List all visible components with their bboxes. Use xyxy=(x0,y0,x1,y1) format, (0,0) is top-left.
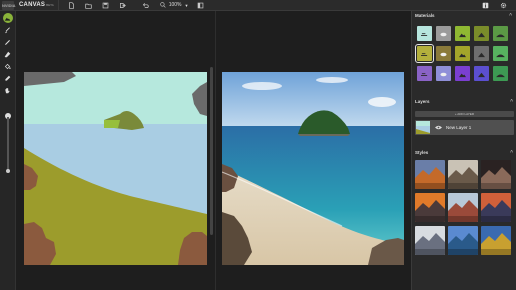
layer-thumbnail xyxy=(416,121,430,134)
layers-section: Layers ^ + ADD LAYER New Layer 1 xyxy=(412,97,516,135)
style-sea-sunset[interactable] xyxy=(481,193,511,222)
beta-badge: BETA xyxy=(46,3,54,7)
material-fog[interactable] xyxy=(474,66,489,81)
sea-icon xyxy=(458,65,467,83)
material-snow[interactable] xyxy=(493,46,508,61)
style-sunset-clouds[interactable] xyxy=(415,160,445,189)
mountain-icon xyxy=(477,25,486,43)
brand: NVIDIA CANVAS BETA xyxy=(0,0,59,11)
eraser-icon[interactable] xyxy=(3,49,13,59)
cloud-icon xyxy=(439,25,448,43)
material-water[interactable] xyxy=(417,66,432,81)
material-rock[interactable] xyxy=(455,46,470,61)
chevron-up-icon: ^ xyxy=(510,150,513,156)
water-icon xyxy=(420,65,429,83)
export-icon[interactable] xyxy=(118,1,127,10)
stone-icon xyxy=(477,45,486,63)
materials-header[interactable]: Materials ^ xyxy=(412,11,516,21)
sand-icon xyxy=(420,45,429,63)
zoom-icon xyxy=(160,2,166,8)
grass-icon xyxy=(458,25,467,43)
right-panel: Materials ^ Layers ^ + ADD LAYER New Lay… xyxy=(411,11,516,290)
materials-grid xyxy=(412,21,516,81)
landscape-tool-icon[interactable] xyxy=(2,13,13,23)
left-toolbar xyxy=(0,11,16,290)
styles-header[interactable]: Styles ^ xyxy=(412,148,516,158)
output-image xyxy=(222,72,404,265)
style-cave-arch[interactable] xyxy=(481,160,511,189)
layers-title: Layers xyxy=(415,99,430,104)
styles-grid xyxy=(412,158,516,255)
zoom-value: 100% xyxy=(168,2,182,8)
river-icon xyxy=(439,65,448,83)
settings-gear-icon[interactable] xyxy=(499,1,508,10)
material-mountain[interactable] xyxy=(474,26,489,41)
info-icon[interactable] xyxy=(481,1,490,10)
segmentation-canvas[interactable] xyxy=(24,72,207,265)
toggle-panel-icon[interactable] xyxy=(196,1,205,10)
materials-title: Materials xyxy=(415,13,435,18)
brush-size-slider[interactable] xyxy=(7,117,9,171)
style-red-rocks[interactable] xyxy=(448,193,478,222)
layers-header[interactable]: Layers ^ xyxy=(412,97,516,107)
rock-icon xyxy=(458,45,467,63)
chevron-down-icon: ▼ xyxy=(184,2,189,8)
top-toolbar: NVIDIA CANVAS BETA 100% ▼ xyxy=(0,0,516,11)
save-icon[interactable] xyxy=(101,1,110,10)
add-layer-button[interactable]: + ADD LAYER xyxy=(415,111,514,117)
style-orange-dusk[interactable] xyxy=(415,193,445,222)
material-hill[interactable] xyxy=(493,26,508,41)
canvas-resize-handle[interactable] xyxy=(210,67,213,235)
eyedropper-icon[interactable] xyxy=(3,73,13,83)
material-dirt[interactable] xyxy=(436,46,451,61)
material-river[interactable] xyxy=(436,66,451,81)
layer-name: New Layer 1 xyxy=(446,125,472,130)
snow-icon xyxy=(496,45,505,63)
workspace xyxy=(16,11,411,290)
style-autumn-lake[interactable] xyxy=(481,226,511,255)
app-name: CANVAS xyxy=(19,2,46,8)
pan-hand-icon[interactable] xyxy=(3,85,13,95)
zoom-control[interactable]: 100% ▼ xyxy=(160,2,189,8)
style-white-cliffs[interactable] xyxy=(448,160,478,189)
fill-bucket-icon[interactable] xyxy=(3,61,13,71)
brush-size-handle[interactable] xyxy=(6,169,10,173)
chevron-up-icon: ^ xyxy=(509,13,512,19)
style-misty-peaks[interactable] xyxy=(415,226,445,255)
brush-icon[interactable] xyxy=(3,25,13,35)
fog-icon xyxy=(477,65,486,83)
visibility-eye-icon[interactable] xyxy=(435,125,442,130)
tree-icon xyxy=(496,65,505,83)
chevron-up-icon: ^ xyxy=(510,99,513,105)
material-sand[interactable] xyxy=(415,44,434,63)
material-sky[interactable] xyxy=(417,26,432,41)
canvas-app: NVIDIA CANVAS BETA 100% ▼ Materials ^ La… xyxy=(0,0,516,290)
open-folder-icon[interactable] xyxy=(84,1,93,10)
material-stone[interactable] xyxy=(474,46,489,61)
hill-icon xyxy=(496,25,505,43)
undo-icon[interactable] xyxy=(141,1,150,10)
styles-section: Styles ^ xyxy=(412,148,516,255)
material-cloud[interactable] xyxy=(436,26,451,41)
material-tree[interactable] xyxy=(493,66,508,81)
material-sea[interactable] xyxy=(455,66,470,81)
workspace-divider xyxy=(215,11,216,290)
layer-item[interactable]: New Layer 1 xyxy=(415,120,514,135)
material-grass[interactable] xyxy=(455,26,470,41)
top-right-actions xyxy=(472,1,508,10)
styles-title: Styles xyxy=(415,150,429,155)
new-file-icon[interactable] xyxy=(67,1,76,10)
style-blue-lake[interactable] xyxy=(448,226,478,255)
nvidia-logo: NVIDIA xyxy=(2,0,16,10)
dirt-icon xyxy=(439,45,448,63)
pencil-icon[interactable] xyxy=(3,37,13,47)
cloud-sky-icon xyxy=(420,25,429,43)
